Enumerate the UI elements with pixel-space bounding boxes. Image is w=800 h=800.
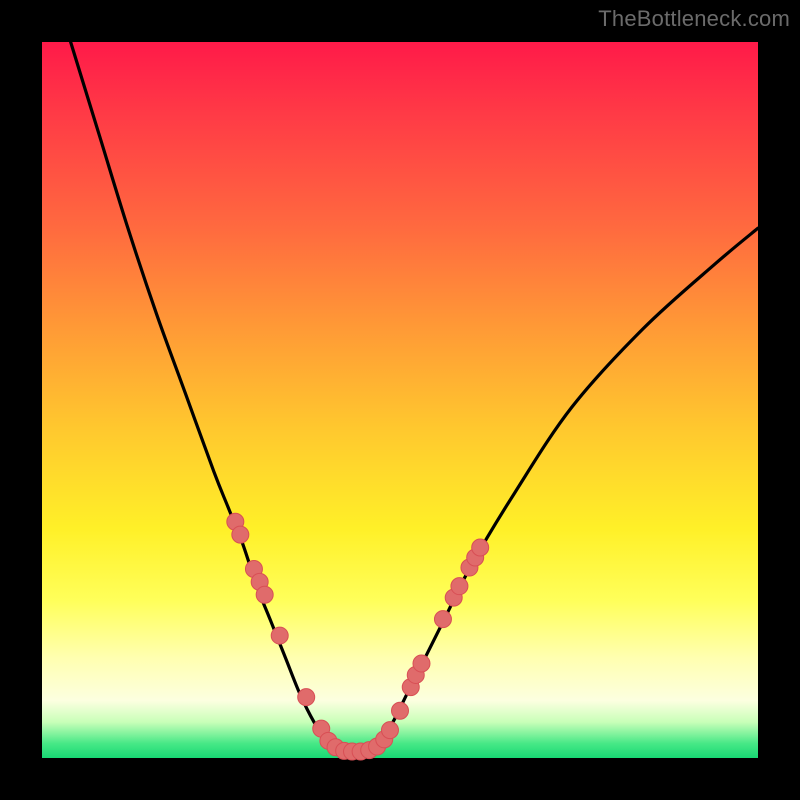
data-dot (298, 689, 315, 706)
data-dot (392, 702, 409, 719)
plot-area (42, 42, 758, 758)
data-dot (434, 611, 451, 628)
data-dot (232, 526, 249, 543)
data-dot (381, 722, 398, 739)
bottleneck-curve (71, 42, 758, 751)
watermark-text: TheBottleneck.com (598, 6, 790, 32)
data-dot (472, 539, 489, 556)
chart-svg (42, 42, 758, 758)
chart-stage: TheBottleneck.com (0, 0, 800, 800)
curve-layer (71, 42, 758, 751)
dot-layer (227, 513, 489, 760)
data-dot (413, 655, 430, 672)
data-dot (256, 586, 273, 603)
data-dot (451, 578, 468, 595)
data-dot (271, 627, 288, 644)
